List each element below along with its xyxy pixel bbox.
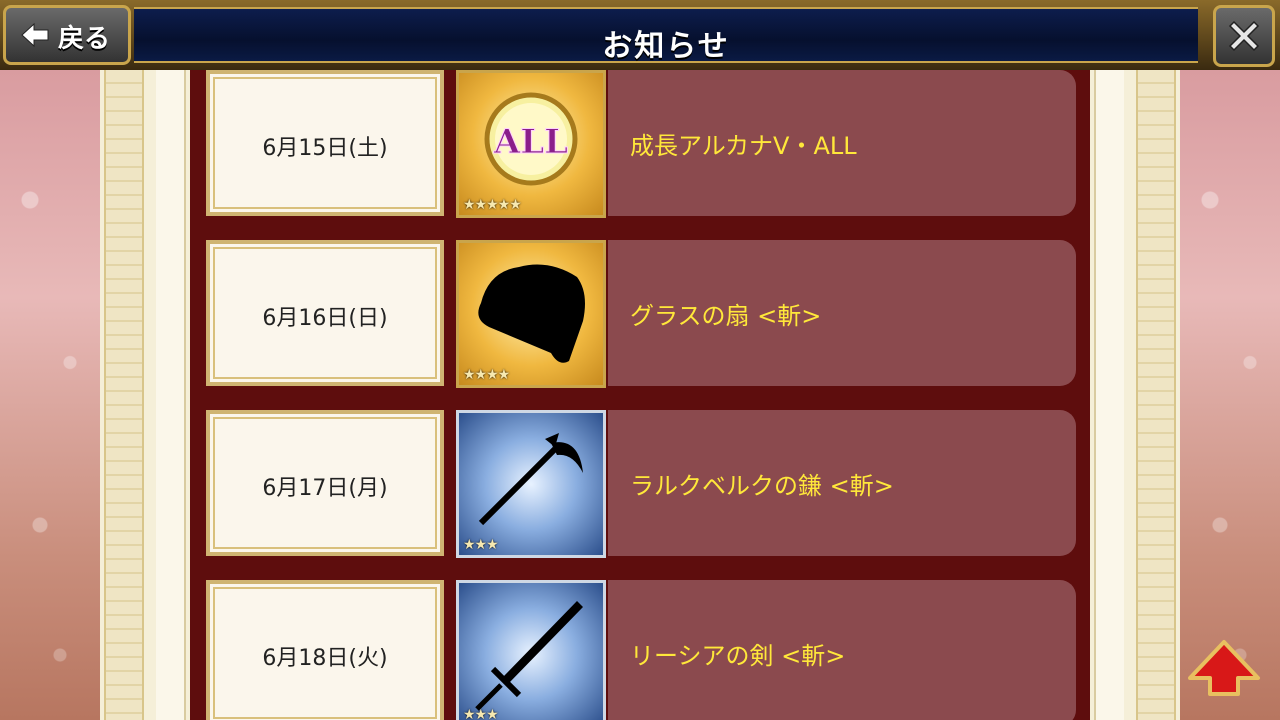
arcana-all-icon: ALL ★★★★★ xyxy=(456,70,606,218)
left-decoration xyxy=(0,70,100,720)
date-box: 6月17日(月) xyxy=(206,410,444,556)
item-name-panel: ラルクベルクの鎌 <斬> xyxy=(608,410,1076,556)
scythe-icon: ★★★ xyxy=(456,410,606,558)
close-icon xyxy=(1228,20,1260,52)
frame-rail-right xyxy=(1136,70,1176,720)
sword-icon: ★★★ xyxy=(456,580,606,720)
list-item[interactable]: 6月15日(土) ALL ★★★★★ 成長アルカナV・ALL xyxy=(206,70,1076,220)
all-badge-text: ALL xyxy=(493,122,568,162)
frame-rail-left xyxy=(104,70,144,720)
item-name: グラスの扇 <斬> xyxy=(630,302,822,330)
rarity-stars: ★★★ xyxy=(463,537,499,553)
rarity-stars: ★★★ xyxy=(463,707,499,720)
item-name-panel: 成長アルカナV・ALL xyxy=(608,70,1076,216)
date-text: 6月16日(日) xyxy=(262,306,388,331)
header: お知らせ 戻る xyxy=(0,0,1280,70)
rarity-stars: ★★★★★ xyxy=(463,197,522,213)
left-arrow-icon xyxy=(21,22,49,48)
list-item[interactable]: 6月16日(日) ★★★★ グラスの扇 <斬> xyxy=(206,240,1076,390)
back-label: 戻る xyxy=(58,24,111,54)
date-text: 6月15日(土) xyxy=(262,136,388,161)
list-item[interactable]: 6月18日(火) ★★★ リーシアの剣 <斬> xyxy=(206,580,1076,720)
list-item[interactable]: 6月17日(月) ★★★ ラルクベルクの鎌 <斬> xyxy=(206,410,1076,560)
date-text: 6月18日(火) xyxy=(262,646,388,671)
date-box: 6月15日(土) xyxy=(206,70,444,216)
page-title: お知らせ xyxy=(602,29,730,64)
notice-list[interactable]: 6月15日(土) ALL ★★★★★ 成長アルカナV・ALL 6月16日(日) … xyxy=(190,70,1090,720)
item-name-panel: リーシアの剣 <斬> xyxy=(608,580,1076,720)
close-button[interactable] xyxy=(1213,5,1275,67)
frame-inner-left xyxy=(156,70,186,720)
up-arrow-icon[interactable] xyxy=(1186,638,1262,698)
date-box: 6月16日(日) xyxy=(206,240,444,386)
back-button[interactable]: 戻る xyxy=(3,5,131,65)
title-bar: お知らせ xyxy=(134,7,1198,64)
item-name: リーシアの剣 <斬> xyxy=(630,642,846,670)
fan-icon: ★★★★ xyxy=(456,240,606,388)
frame-inner-right xyxy=(1094,70,1124,720)
date-box: 6月18日(火) xyxy=(206,580,444,720)
item-name: ラルクベルクの鎌 <斬> xyxy=(630,472,894,500)
item-name-panel: グラスの扇 <斬> xyxy=(608,240,1076,386)
rarity-stars: ★★★★ xyxy=(463,367,510,383)
item-name: 成長アルカナV・ALL xyxy=(630,132,857,160)
date-text: 6月17日(月) xyxy=(262,476,388,501)
right-decoration xyxy=(1180,70,1280,720)
